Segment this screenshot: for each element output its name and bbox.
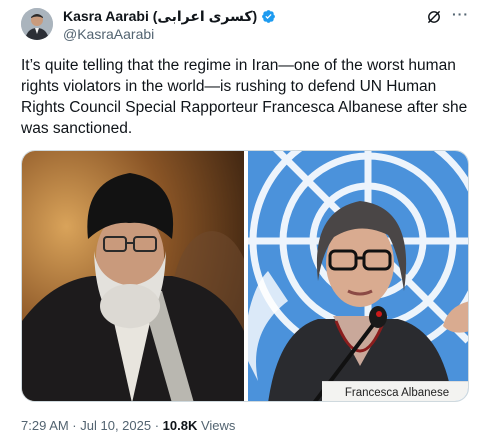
nameplate-caption: Francesca Albanese <box>322 381 468 401</box>
views-label: Views <box>197 418 236 433</box>
author-handle[interactable]: @KasraAarabi <box>63 26 154 42</box>
tweet-text: It’s quite telling that the regime in Ir… <box>21 57 468 137</box>
more-icon[interactable]: ··· <box>452 6 469 22</box>
tweet[interactable]: Kasra Aarabi (کسری اعرابی) @KasraAarabi … <box>0 0 497 445</box>
author-avatar[interactable] <box>21 8 53 40</box>
photo-khamenei[interactable] <box>22 151 244 402</box>
timestamp[interactable]: 7:29 AM · Jul 10, 2025 · <box>21 418 163 433</box>
grok-icon[interactable] <box>426 9 442 25</box>
author-name[interactable]: Kasra Aarabi (کسری اعرابی) <box>63 8 257 25</box>
verified-badge-icon <box>262 10 276 23</box>
photo-albanese[interactable] <box>248 151 469 402</box>
views-count: 10.8K <box>162 418 198 433</box>
author-name-row: Kasra Aarabi (کسری اعرابی) <box>63 8 276 25</box>
tweet-media[interactable]: Francesca Albanese <box>21 150 469 402</box>
tweet-meta: 7:29 AM · Jul 10, 2025 · 10.8K Views <box>21 418 235 433</box>
